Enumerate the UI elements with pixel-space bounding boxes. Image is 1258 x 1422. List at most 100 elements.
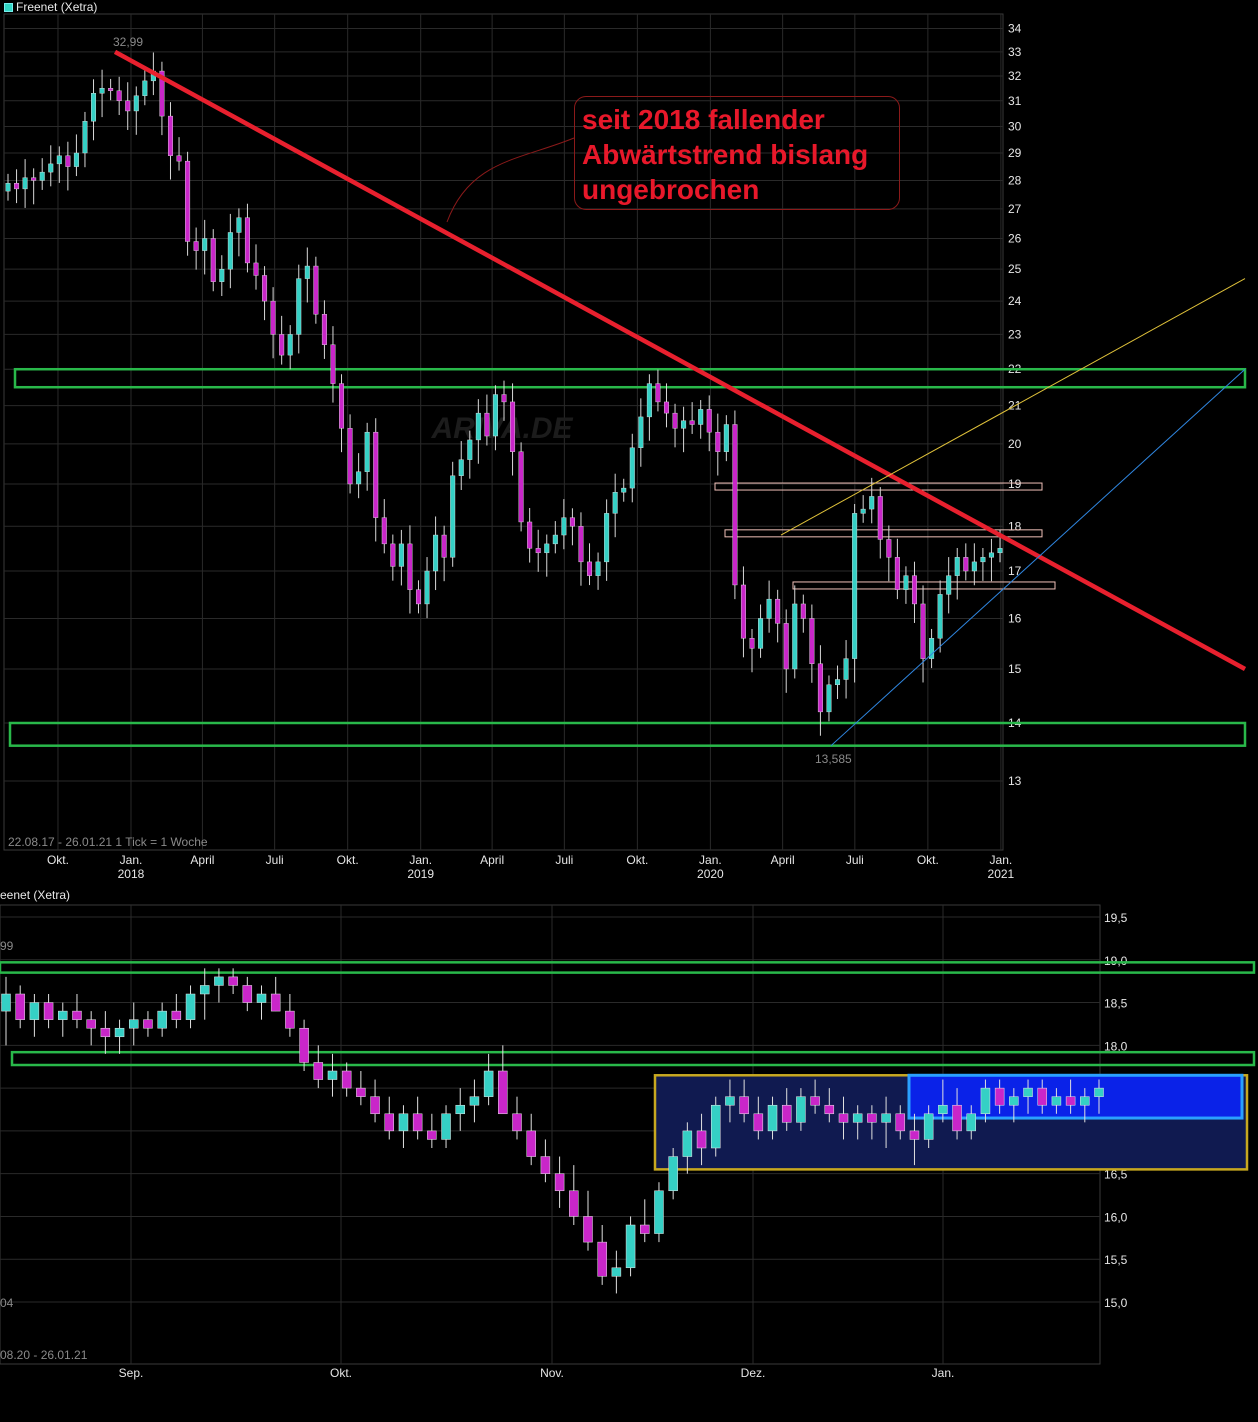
candle-body — [398, 543, 404, 567]
candle-body — [767, 1104, 778, 1132]
y-tick-label: 31 — [1008, 94, 1022, 108]
y-tick-label: 25 — [1008, 262, 1022, 276]
support-zone — [13, 367, 1247, 389]
candle-body — [946, 575, 952, 595]
legend-square-icon — [4, 3, 13, 12]
candle-body — [796, 1096, 806, 1123]
x-tick-label: Okt. — [337, 853, 359, 867]
candle-body — [775, 598, 781, 624]
candle-body — [526, 1130, 536, 1157]
candle-body — [544, 543, 550, 554]
candle-body — [458, 459, 464, 476]
candle-body — [43, 1002, 54, 1020]
range-label: 08.20 - 26.01.21 — [0, 1348, 88, 1362]
y-tick-label: 15 — [1008, 662, 1022, 676]
candle-body — [125, 100, 131, 112]
candle-body — [129, 1019, 139, 1029]
trendline — [780, 278, 1246, 536]
candle-body — [689, 420, 695, 425]
y-tick-label: 24 — [1008, 294, 1022, 308]
candle-body — [527, 521, 533, 549]
y-tick-label: 28 — [1008, 173, 1022, 187]
support-zone — [0, 961, 1256, 974]
candle-body — [73, 152, 79, 167]
candle-body — [467, 439, 473, 460]
candle-body — [881, 1113, 891, 1123]
candle-body — [554, 1173, 565, 1192]
range-label: 22.08.17 - 26.01.21 1 Tick = 1 Woche — [8, 835, 208, 849]
y-tick-label: 19,5 — [1104, 911, 1128, 925]
candle-body — [937, 594, 943, 639]
candle-body — [304, 265, 310, 279]
candle-body — [193, 241, 199, 251]
candle-body — [484, 412, 490, 437]
y-tick-label: 29 — [1008, 146, 1022, 160]
candle-body — [133, 95, 139, 112]
candle-body — [826, 684, 832, 713]
candle-body — [587, 561, 593, 576]
candle-body — [299, 1027, 309, 1063]
candle-body — [843, 658, 849, 680]
candle-body — [569, 1190, 579, 1217]
candle-body — [749, 638, 755, 649]
y-tick-label: 23 — [1008, 327, 1022, 341]
candle-body — [501, 394, 507, 403]
candle-body — [911, 575, 917, 605]
candle-body — [578, 526, 584, 563]
candle-body — [625, 1224, 636, 1269]
candle-body — [31, 177, 37, 181]
candle-body — [242, 985, 253, 1003]
candle-body — [157, 1010, 167, 1029]
y-tick-label: 18 — [1008, 519, 1022, 533]
x-tick-label: Jan. — [699, 853, 722, 867]
candle-body — [5, 183, 11, 192]
x-year-label: 2018 — [118, 867, 145, 881]
candle-body — [809, 618, 815, 664]
candle-body — [512, 1113, 522, 1132]
y-tick-label: 19 — [1008, 477, 1022, 491]
candle-body — [800, 603, 806, 619]
candle-body — [469, 1096, 480, 1106]
candle-body — [938, 1104, 948, 1115]
candle-body — [356, 471, 362, 485]
candle-body — [347, 428, 353, 485]
candle-body — [171, 1010, 182, 1020]
candle-body — [952, 1104, 962, 1132]
high-label: 99 — [0, 939, 14, 953]
x-tick-label: Dez. — [741, 1366, 766, 1380]
candle-body — [980, 1087, 991, 1115]
x-tick-label: Okt. — [330, 1366, 352, 1380]
candle-body — [994, 1087, 1005, 1106]
candle-body — [296, 278, 302, 335]
y-tick-label: 20 — [1008, 437, 1022, 451]
candle-body — [535, 548, 541, 554]
candle-body — [963, 557, 969, 572]
y-tick-label: 26 — [1008, 231, 1022, 245]
trendline — [830, 368, 1246, 747]
x-year-label: 2020 — [697, 867, 724, 881]
x-tick-label: Okt. — [626, 853, 648, 867]
candle-body — [373, 431, 379, 518]
candle-body — [1023, 1087, 1033, 1097]
x-tick-label: Juli — [846, 853, 864, 867]
candle-body — [561, 517, 567, 536]
candle-body — [838, 1113, 849, 1123]
candle-body — [412, 1113, 423, 1132]
candle-body — [441, 1113, 451, 1140]
candle-body — [227, 232, 233, 270]
candle-body — [909, 1130, 920, 1140]
candle-body — [86, 1019, 96, 1029]
candle-body — [313, 1062, 324, 1080]
candle-body — [997, 548, 1003, 554]
candle-body — [817, 663, 823, 713]
candle-body — [313, 265, 319, 315]
candle-body — [339, 383, 345, 429]
support-zone — [10, 1050, 1256, 1067]
y-tick-label: 15,5 — [1104, 1253, 1128, 1267]
y-tick-label: 13 — [1008, 774, 1022, 788]
y-tick-label: 18,5 — [1104, 997, 1128, 1011]
candle-body — [569, 517, 575, 527]
candle-body — [740, 584, 746, 639]
candle-body — [869, 496, 875, 510]
candle-body — [954, 557, 960, 576]
